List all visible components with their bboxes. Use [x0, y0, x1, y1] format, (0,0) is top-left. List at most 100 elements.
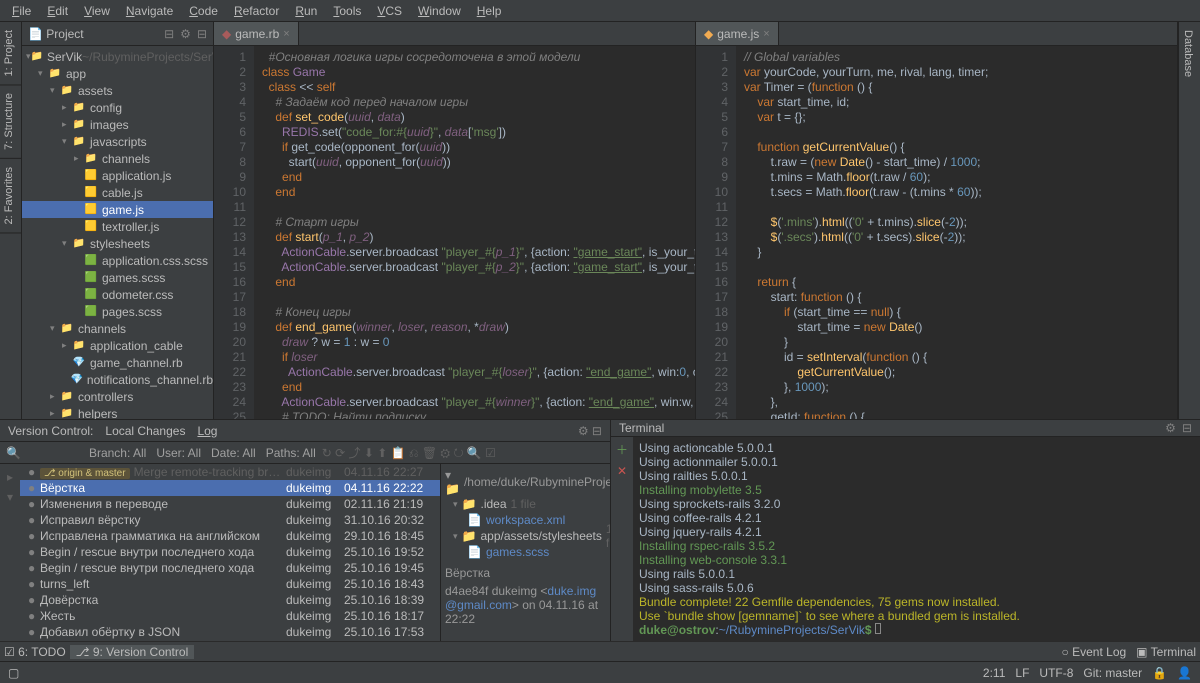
commit-row[interactable]: ●Довёрсткаdukeimg25.10.16 18:39 [20, 592, 440, 608]
vcs-title: Version Control: [8, 424, 93, 438]
filter-date[interactable]: Date: All [207, 446, 260, 460]
code-content[interactable]: // Global variables var yourCode, yourTu… [736, 46, 1177, 419]
tree-node[interactable]: 🟨game.js [22, 201, 213, 218]
vcs-tab-log[interactable]: Log [197, 424, 217, 438]
editor-left: ◆ game.rb × 1234567891011121314151617181… [214, 22, 696, 419]
commit-row[interactable]: ●Вёрсткаdukeimg04.11.16 22:22 [20, 480, 440, 496]
search-icon[interactable]: 🔍 [6, 446, 21, 460]
commit-row[interactable]: ●⎇ origin & masterMerge remote-tracking … [20, 464, 440, 480]
bottom-toolwindow-tabs: ☑ 6: TODO ⎇ 9: Version Control ○ Event L… [0, 641, 1200, 661]
close-icon[interactable]: ✕ [617, 464, 627, 478]
inspect-icon[interactable]: 👤 [1177, 666, 1192, 680]
tree-node[interactable]: ▾📁javascripts [22, 133, 213, 150]
menu-window[interactable]: Window [410, 4, 469, 18]
filter-user[interactable]: User: All [152, 446, 205, 460]
menu-run[interactable]: Run [287, 4, 325, 18]
todo-tab[interactable]: ☑ 6: TODO [4, 645, 66, 659]
tree-node[interactable]: 🟨application.js [22, 167, 213, 184]
left-tab[interactable]: 1: Project [0, 22, 21, 85]
menu-help[interactable]: Help [469, 4, 510, 18]
vcs-header: Version Control: Local Changes Log ⚙ ⊟ [0, 420, 610, 442]
terminal-tab[interactable]: ▣ Terminal [1136, 645, 1196, 659]
tree-node[interactable]: ▸📁application_cable [22, 337, 213, 354]
menu-tools[interactable]: Tools [325, 4, 369, 18]
tree-node[interactable]: ▸📁images [22, 116, 213, 133]
hide-icon[interactable]: ⊟ [197, 27, 207, 41]
right-tab[interactable]: Database [1179, 22, 1197, 85]
tree-node[interactable]: ▾📁channels [22, 320, 213, 337]
commit-list[interactable]: ●⎇ origin & masterMerge remote-tracking … [20, 464, 440, 641]
vcs-file-node[interactable]: 📄 workspace.xml [445, 512, 606, 528]
tree-node[interactable]: 🟨textroller.js [22, 218, 213, 235]
menu-view[interactable]: View [76, 4, 118, 18]
tree-node[interactable]: 🟨cable.js [22, 184, 213, 201]
commit-row[interactable]: ●turns_leftdukeimg25.10.16 18:43 [20, 576, 440, 592]
filter-paths[interactable]: Paths: All [262, 446, 320, 460]
commit-row[interactable]: ●Исправлена грамматика на английскомduke… [20, 528, 440, 544]
vcs-file-node[interactable]: 📄 games.scss [445, 544, 606, 560]
hide-icon[interactable]: ⊟ [1182, 421, 1192, 435]
tab-game-rb[interactable]: ◆ game.rb × [214, 22, 299, 45]
code-editor-1[interactable]: 1234567891011121314151617181920212223242… [214, 46, 695, 419]
tree-node[interactable]: 🟩games.scss [22, 269, 213, 286]
search-input[interactable] [23, 446, 83, 460]
vcs-file-node[interactable]: ▾📁 .idea 1 file [445, 496, 606, 512]
gear-icon[interactable]: ⚙ [1165, 421, 1176, 435]
close-icon[interactable]: × [763, 28, 769, 40]
cursor-position[interactable]: 2:11 [983, 666, 1005, 680]
code-content[interactable]: #Основная логика игры сосредоточена в эт… [254, 46, 695, 419]
commit-row[interactable]: ●Begin / rescue внутри последнего ходаdu… [20, 544, 440, 560]
vcs-tab-local[interactable]: Local Changes [105, 424, 185, 438]
tree-node[interactable]: 🟩odometer.css [22, 286, 213, 303]
filter-branch[interactable]: Branch: All [85, 446, 150, 460]
encoding[interactable]: UTF-8 [1039, 666, 1073, 680]
lock-icon[interactable]: 🔒 [1152, 666, 1167, 680]
tree-node[interactable]: ▾📁stylesheets [22, 235, 213, 252]
vc-tab[interactable]: ⎇ 9: Version Control [70, 645, 195, 659]
expand-icon[interactable]: ▸ [7, 470, 13, 484]
commit-row[interactable]: ●Исправил вёрсткуdukeimg31.10.16 20:32 [20, 512, 440, 528]
tree-node[interactable]: ▸📁controllers [22, 388, 213, 405]
tree-node[interactable]: 🟩application.css.scss [22, 252, 213, 269]
commit-row[interactable]: ●Begin / rescue внутри последнего ходаdu… [20, 560, 440, 576]
collapse-icon[interactable]: ▾ [7, 490, 13, 504]
terminal-title: Terminal [619, 421, 664, 435]
tree-node[interactable]: ▸📁config [22, 99, 213, 116]
line-separator[interactable]: LF [1015, 666, 1029, 680]
main-menu: FileEditViewNavigateCodeRefactorRunTools… [0, 0, 1200, 22]
gear-icon[interactable]: ⚙ ⊟ [578, 424, 602, 438]
tab-game-js[interactable]: ◆ game.js × [696, 22, 779, 45]
close-icon[interactable]: × [283, 28, 289, 40]
project-tree[interactable]: ▾📁SerVik ~/RubymineProjects/SerVik▾📁app▾… [22, 46, 213, 419]
tree-node[interactable]: 💎notifications_channel.rb [22, 371, 213, 388]
terminal-content[interactable]: Using actioncable 5.0.0.1Using actionmai… [633, 437, 1200, 641]
menu-navigate[interactable]: Navigate [118, 4, 181, 18]
menu-vcs[interactable]: VCS [369, 4, 410, 18]
add-icon[interactable]: ＋ [616, 441, 628, 458]
git-branch[interactable]: Git: master [1083, 666, 1142, 680]
tree-node[interactable]: ▾📁assets [22, 82, 213, 99]
left-tab[interactable]: 7: Structure [0, 85, 21, 159]
tree-node[interactable]: ▸📁channels [22, 150, 213, 167]
tree-node[interactable]: 🟩pages.scss [22, 303, 213, 320]
commit-row[interactable]: ●Добавил обёртку в JSONdukeimg25.10.16 1… [20, 624, 440, 640]
event-log[interactable]: ○ Event Log [1062, 645, 1127, 659]
gear-icon[interactable]: ⚙ [180, 27, 191, 41]
menu-refactor[interactable]: Refactor [226, 4, 287, 18]
tree-node[interactable]: ▾📁app [22, 65, 213, 82]
vcs-file-node[interactable]: ▾📁 app/assets/stylesheets 1 file [445, 528, 606, 544]
terminal-panel: Terminal ⚙ ⊟ ＋ ✕ Using actioncable 5.0.0.… [610, 420, 1200, 641]
menu-file[interactable]: File [4, 4, 39, 18]
code-editor-2[interactable]: 1234567891011121314151617181920212223242… [696, 46, 1177, 419]
left-tab[interactable]: 2: Favorites [0, 159, 21, 233]
tree-node[interactable]: ▸📁helpers [22, 405, 213, 419]
menu-edit[interactable]: Edit [39, 4, 76, 18]
vcs-root-path: /home/duke/RubymineProjects/S [464, 475, 610, 489]
commit-row[interactable]: ●Жестьdukeimg25.10.16 18:17 [20, 608, 440, 624]
status-icon[interactable]: ▢ [8, 666, 19, 680]
collapse-icon[interactable]: ⊟ [164, 27, 174, 41]
tree-node[interactable]: ▾📁SerVik ~/RubymineProjects/SerVik [22, 48, 213, 65]
commit-row[interactable]: ●Изменения в переводеdukeimg02.11.16 21:… [20, 496, 440, 512]
menu-code[interactable]: Code [181, 4, 226, 18]
tree-node[interactable]: 💎game_channel.rb [22, 354, 213, 371]
